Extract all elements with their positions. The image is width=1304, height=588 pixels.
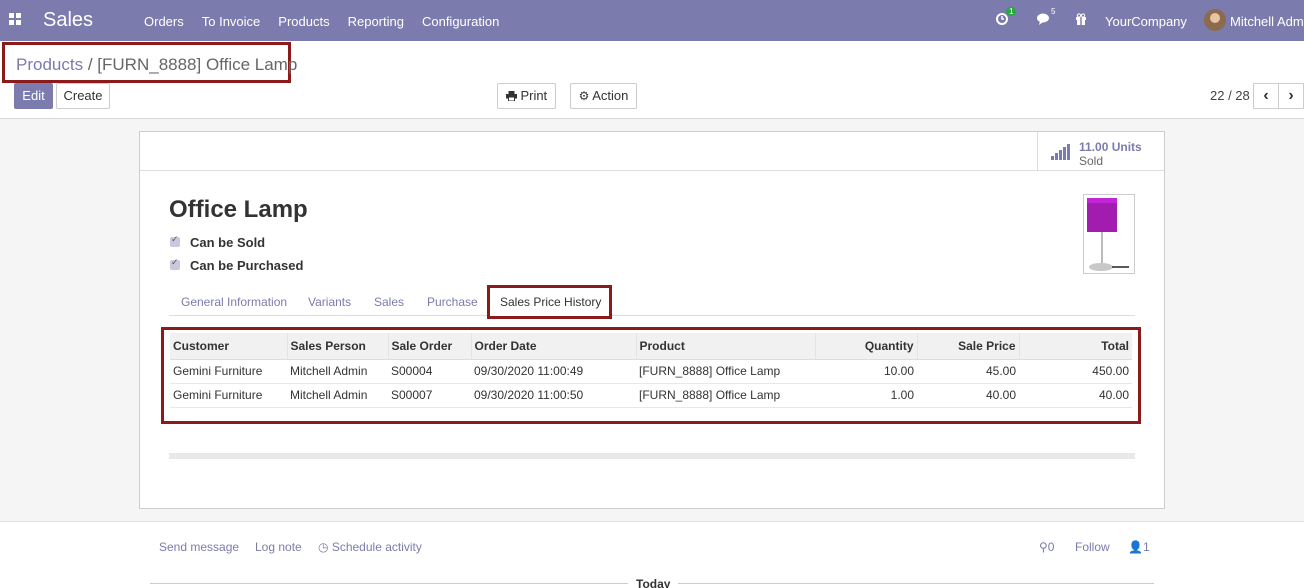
units-sold-value: 11.00 Units bbox=[1079, 140, 1142, 154]
app-title[interactable]: Sales bbox=[43, 9, 93, 32]
tab-sales-price-history[interactable]: Sales Price History bbox=[487, 285, 612, 319]
cell-order-date: 09/30/2020 11:00:49 bbox=[471, 359, 636, 384]
breadcrumb-current: [FURN_8888] Office Lamp bbox=[97, 55, 298, 74]
column-customer[interactable]: Customer bbox=[170, 333, 288, 360]
column-quantity[interactable]: Quantity bbox=[815, 333, 918, 360]
table-row[interactable]: Gemini Furniture Mitchell Admin S00007 0… bbox=[170, 383, 1132, 408]
cell-product: [FURN_8888] Office Lamp bbox=[636, 383, 815, 408]
can-be-purchased-checkbox[interactable] bbox=[170, 257, 180, 270]
log-note-button[interactable]: Log note bbox=[255, 540, 302, 554]
today-label: Today bbox=[628, 577, 679, 588]
schedule-activity-label: Schedule activity bbox=[331, 540, 422, 554]
attachments-button[interactable]: ⚲0 bbox=[1039, 540, 1054, 554]
breadcrumb: Products / [FURN_8888] Office Lamp bbox=[2, 42, 297, 83]
cell-sale-order: S00004 bbox=[388, 359, 471, 384]
tab-variants[interactable]: Variants bbox=[308, 295, 351, 309]
pager-previous-button[interactable]: ‹ bbox=[1253, 83, 1279, 109]
cell-customer: Gemini Furniture bbox=[170, 359, 287, 384]
can-be-sold-checkbox[interactable] bbox=[170, 234, 180, 247]
schedule-activity-button[interactable]: ◷ Schedule activity bbox=[318, 540, 422, 554]
attachments-count: 0 bbox=[1047, 540, 1055, 554]
pager-value[interactable]: 22 / 28 bbox=[1210, 88, 1250, 103]
activity-count-badge: 1 bbox=[1006, 7, 1017, 16]
user-avatar[interactable] bbox=[1204, 9, 1226, 31]
column-total[interactable]: Total bbox=[1019, 333, 1132, 360]
create-button[interactable]: Create bbox=[56, 83, 110, 109]
print-label: Print bbox=[520, 88, 548, 103]
menu-orders[interactable]: Orders bbox=[144, 14, 184, 29]
follow-button[interactable]: Follow bbox=[1075, 540, 1110, 554]
column-sales-person[interactable]: Sales Person bbox=[287, 333, 389, 360]
table-header-row: Customer Sales Person Sale Order Order D… bbox=[170, 333, 1132, 360]
column-order-date[interactable]: Order Date bbox=[471, 333, 637, 360]
table-row[interactable]: Gemini Furniture Mitchell Admin S00004 0… bbox=[170, 359, 1132, 384]
can-be-purchased-label: Can be Purchased bbox=[190, 258, 304, 273]
main-menu: Orders To Invoice Products Reporting Con… bbox=[144, 14, 517, 29]
pager-next-button[interactable]: › bbox=[1278, 83, 1304, 109]
product-name[interactable]: Office Lamp bbox=[169, 196, 308, 224]
user-icon: 👤 bbox=[1128, 540, 1143, 554]
cell-sale-price: 40.00 bbox=[917, 383, 1019, 408]
units-sold-label: Sold bbox=[1079, 154, 1104, 168]
paperclip-icon: ⚲ bbox=[1039, 540, 1048, 554]
lamp-image bbox=[1087, 198, 1129, 271]
units-sold-stat-button[interactable]: 11.00 Units Sold bbox=[1037, 132, 1164, 171]
action-button[interactable]: ⚙ Action bbox=[570, 83, 637, 109]
user-menu[interactable]: Mitchell Admin bbox=[1230, 14, 1304, 36]
cell-sales-person: Mitchell Admin bbox=[287, 383, 388, 408]
breadcrumb-products-link[interactable]: Products bbox=[16, 55, 83, 74]
breadcrumb-separator: / bbox=[87, 55, 93, 74]
top-navbar: Sales Orders To Invoice Products Reporti… bbox=[0, 0, 1304, 41]
sales-price-history-panel: Customer Sales Person Sale Order Order D… bbox=[161, 327, 1141, 424]
tab-sales[interactable]: Sales bbox=[374, 295, 404, 309]
cell-customer: Gemini Furniture bbox=[170, 383, 287, 408]
notebook-tabs: General Information Variants Sales Purch… bbox=[169, 285, 1135, 319]
column-product[interactable]: Product bbox=[636, 333, 816, 360]
can-be-sold-label: Can be Sold bbox=[190, 235, 266, 250]
cell-quantity: 1.00 bbox=[815, 383, 917, 408]
chatter: Send message Log note ◷ Schedule activit… bbox=[0, 521, 1304, 588]
apps-menu-icon[interactable] bbox=[9, 13, 21, 25]
cell-sales-person: Mitchell Admin bbox=[287, 359, 388, 384]
menu-products[interactable]: Products bbox=[278, 14, 329, 29]
cell-total: 450.00 bbox=[1019, 359, 1132, 384]
tab-purchase[interactable]: Purchase bbox=[427, 295, 478, 309]
sales-price-history-table: Customer Sales Person Sale Order Order D… bbox=[170, 333, 1132, 408]
print-icon bbox=[505, 91, 517, 102]
product-image[interactable] bbox=[1083, 194, 1135, 274]
followers-button[interactable]: 👤1 bbox=[1128, 540, 1150, 554]
tab-general-information[interactable]: General Information bbox=[181, 295, 287, 309]
action-label: Action bbox=[592, 88, 629, 103]
button-box: 11.00 Units Sold bbox=[140, 132, 1164, 171]
gear-icon: ⚙ bbox=[578, 89, 590, 103]
cell-product: [FURN_8888] Office Lamp bbox=[636, 359, 815, 384]
print-button[interactable]: Print bbox=[497, 83, 556, 109]
horizontal-scrollbar[interactable] bbox=[169, 453, 1135, 459]
menu-to-invoice[interactable]: To Invoice bbox=[202, 14, 261, 29]
cell-sale-price: 45.00 bbox=[917, 359, 1019, 384]
menu-reporting[interactable]: Reporting bbox=[348, 14, 404, 29]
control-panel: Products / [FURN_8888] Office Lamp Edit … bbox=[0, 41, 1304, 119]
cell-total: 40.00 bbox=[1019, 383, 1132, 408]
column-sale-price[interactable]: Sale Price bbox=[917, 333, 1020, 360]
company-switcher[interactable]: YourCompany bbox=[1105, 14, 1187, 36]
send-message-button[interactable]: Send message bbox=[159, 540, 239, 554]
column-sale-order[interactable]: Sale Order bbox=[388, 333, 472, 360]
edit-button[interactable]: Edit bbox=[14, 83, 53, 109]
followers-count: 1 bbox=[1142, 540, 1150, 554]
messages-count-badge: 5 bbox=[1051, 7, 1056, 16]
bar-chart-icon bbox=[1051, 144, 1071, 160]
cell-sale-order: S00007 bbox=[388, 383, 471, 408]
menu-configuration[interactable]: Configuration bbox=[422, 14, 499, 29]
clock-icon: ◷ bbox=[318, 540, 329, 554]
form-sheet: 11.00 Units Sold Office Lamp Can be Sold… bbox=[139, 131, 1165, 509]
cell-quantity: 10.00 bbox=[815, 359, 917, 384]
cell-order-date: 09/30/2020 11:00:50 bbox=[471, 383, 636, 408]
